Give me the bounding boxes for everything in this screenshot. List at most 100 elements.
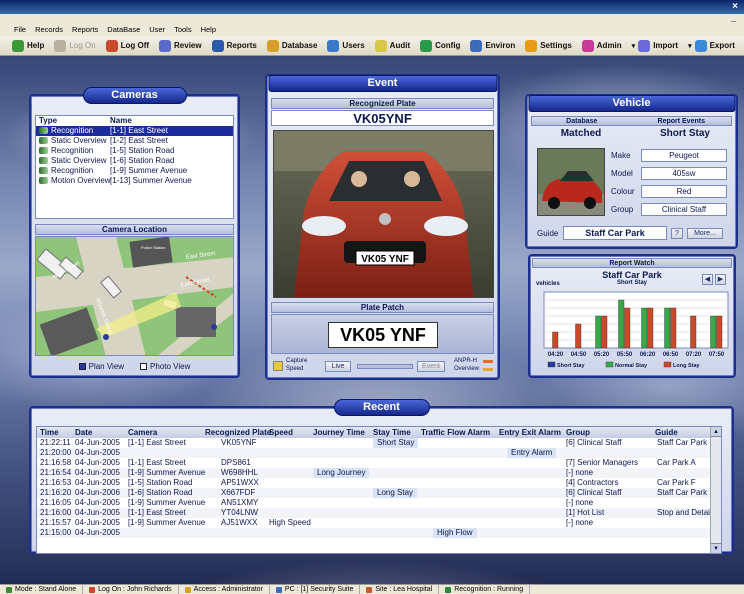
table-row[interactable]: 21:20:00 04-Jun-2005 Entry Alarm	[37, 448, 721, 458]
guide-info-icon[interactable]: ?	[671, 228, 683, 239]
header-speed[interactable]: Speed	[269, 427, 293, 438]
menu-item-database[interactable]: DataBase	[107, 25, 140, 34]
header-entry[interactable]: Entry Exit Alarm	[499, 427, 561, 438]
plan-view-label: Plan View	[88, 361, 125, 371]
menu-item-file[interactable]: File	[14, 25, 26, 34]
header-camera[interactable]: Camera	[128, 427, 157, 438]
menu-item-tools[interactable]: Tools	[174, 25, 192, 34]
header-journey[interactable]: Journey Time	[313, 427, 365, 438]
chart-tick-label: 04:50	[571, 352, 587, 358]
environ-button[interactable]: Environ	[470, 39, 515, 52]
table-row[interactable]: 21:16:58 04-Jun-2005 [1-1] East Street DPS8…	[37, 458, 721, 468]
cell-group: [6] Clinical Staff	[566, 488, 622, 497]
import-button[interactable]: ▾ Import	[632, 39, 678, 52]
menu-item-help[interactable]: Help	[201, 25, 216, 34]
event-capture-image: VK05 YNF	[273, 130, 494, 298]
cell-date: 04-Jun-2005	[75, 478, 120, 487]
toolbar-label: Export	[709, 41, 735, 50]
camera-row[interactable]: Static Overview [1-6] Station Road	[36, 156, 233, 166]
export-button[interactable]: ▾ Export	[688, 39, 735, 52]
minimize-icon[interactable]: _	[731, 12, 736, 22]
cell-time: 21:16:00	[40, 508, 72, 517]
radio-unchecked-icon	[140, 362, 148, 370]
capture-label: Capture	[286, 358, 308, 364]
header-stay[interactable]: Stay Time	[373, 427, 411, 438]
header-plate[interactable]: Recognized Plate	[205, 427, 271, 438]
chart-bar-long-stay	[624, 307, 631, 349]
camera-location-map: High Street East Street East Street Wyve…	[35, 236, 234, 356]
plan-view-radio[interactable]: Plan View	[78, 361, 125, 371]
camera-row[interactable]: Recognition [1-1] East Street	[36, 126, 233, 136]
recent-table-body: 21:22:11 04-Jun-2005 [1-1] East Street VK05…	[37, 438, 721, 538]
header-guide[interactable]: Guide	[655, 427, 678, 438]
cell-time: 21:16:05	[40, 498, 72, 507]
log-off-button[interactable]: Log Off	[105, 39, 149, 52]
dropdown-icon[interactable]: ▾	[688, 42, 692, 50]
status-item: Mode : Stand Alone	[0, 585, 84, 594]
photo-view-radio[interactable]: Photo View	[140, 362, 190, 371]
chart-bar-normal-stay	[664, 307, 671, 349]
recent-title: Recent	[333, 399, 430, 416]
menu-item-reports[interactable]: Reports	[72, 25, 98, 34]
cell-camera: [1-6] Station Road	[128, 488, 193, 497]
chart-next-button[interactable]: ▶	[715, 274, 726, 285]
camera-row[interactable]: Recognition [1-5] Station Road	[36, 146, 233, 156]
cell-guide: Stop and Detain	[657, 508, 715, 517]
status-icon	[184, 586, 191, 593]
menu-item-records[interactable]: Records	[35, 25, 63, 34]
recent-table: Time Date Camera Recognized Plate Speed Journ…	[36, 426, 722, 554]
chart-prev-button[interactable]: ◀	[702, 274, 713, 285]
toolbar-label: Database	[281, 41, 318, 50]
table-row[interactable]: 21:15:00 04-Jun-2005 High Flow	[37, 528, 721, 538]
dropdown-icon[interactable]: ▾	[632, 42, 636, 50]
camera-row[interactable]: Motion Overview [1-13] Summer Avenue	[36, 176, 233, 186]
legend-swatch	[663, 361, 672, 368]
database-button[interactable]: Database	[266, 39, 318, 52]
review-button[interactable]: Review	[159, 39, 202, 52]
table-row[interactable]: 21:16:20 04-Jun-2006 [1-6] Station Road X66…	[37, 488, 721, 498]
toolbar-label: Review	[174, 41, 202, 50]
scroll-down-icon[interactable]: ▼	[711, 543, 721, 553]
header-time[interactable]: Time	[40, 427, 59, 438]
event-button[interactable]: Event	[417, 361, 445, 372]
header-date[interactable]: Date	[75, 427, 92, 438]
table-row[interactable]: 21:16:05 04-Jun-2005 [1-9] Summer Avenue AN…	[37, 498, 721, 508]
camera-type: Recognition	[51, 146, 94, 155]
table-row[interactable]: 21:16:54 04-Jun-2005 [1-9] Summer Avenue W6…	[37, 468, 721, 478]
cell-plate: W698HHL	[221, 468, 258, 477]
live-button[interactable]: Live	[325, 361, 351, 372]
camera-row[interactable]: Recognition [1-9] Summer Avenue	[36, 166, 233, 176]
photo-view-label: Photo View	[150, 361, 191, 371]
status-text: Recognition : Running	[454, 586, 524, 593]
header-group[interactable]: Group	[566, 427, 590, 438]
table-row[interactable]: 21:16:53 04-Jun-2005 [1-5] Station Road AP5…	[37, 478, 721, 488]
admin-button[interactable]: Admin	[581, 39, 622, 52]
table-row[interactable]: 21:15:57 04-Jun-2005 [1-9] Summer Avenue AJ…	[37, 518, 721, 528]
recent-scrollbar[interactable]: ▲ ▼	[710, 427, 721, 553]
camera-type: Recognition	[51, 166, 94, 175]
vehicle-field-colour: Colour Red	[611, 182, 733, 200]
config-button[interactable]: Config	[420, 39, 460, 52]
more-button[interactable]: More...	[687, 228, 723, 239]
help-button[interactable]: Help	[12, 39, 44, 52]
guide-value: Staff Car Park	[563, 226, 667, 240]
camera-row[interactable]: Static Overview [1-2] East Street	[36, 136, 233, 146]
status-item: Site : Lea Hospital	[360, 585, 440, 594]
table-row[interactable]: 21:16:00 04-Jun-2005 [1-1] East Street YT04…	[37, 508, 721, 518]
camera-rows: Recognition [1-1] East Street Static Overv…	[36, 126, 233, 186]
cell-plate: AN51XMY	[221, 498, 259, 507]
chart-bar-normal-stay	[710, 315, 717, 349]
legend-swatch	[547, 361, 556, 368]
menu-item-user[interactable]: User	[149, 25, 165, 34]
field-label: Model	[611, 168, 633, 178]
cell-entry: Entry Alarm	[507, 448, 557, 458]
table-row[interactable]: 21:22:11 04-Jun-2005 [1-1] East Street VK05…	[37, 438, 721, 448]
settings-button[interactable]: Settings	[525, 39, 572, 52]
scroll-up-icon[interactable]: ▲	[711, 427, 721, 437]
audit-button[interactable]: Audit	[374, 39, 410, 52]
header-flow[interactable]: Traffic Flow Alarm	[421, 427, 490, 438]
users-button[interactable]: Users	[327, 39, 365, 52]
log-on-button[interactable]: Log On	[54, 39, 96, 52]
reports-button[interactable]: Reports	[211, 39, 257, 52]
cell-stay: Short Stay	[373, 438, 419, 448]
